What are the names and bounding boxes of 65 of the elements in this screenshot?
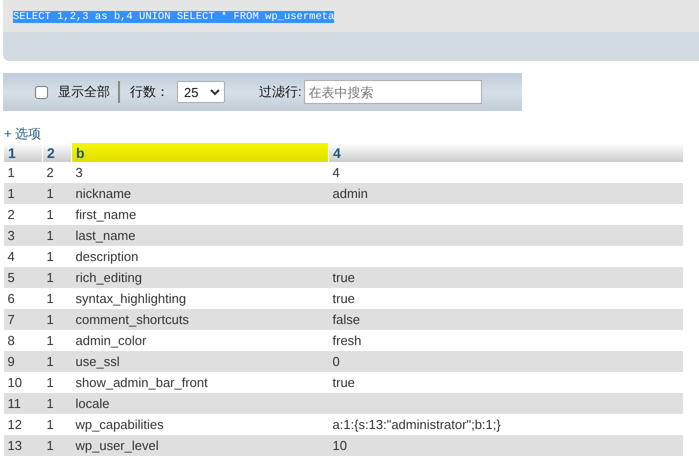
options-link[interactable]: + 选项 bbox=[4, 125, 42, 143]
table-cell: locale bbox=[72, 393, 328, 414]
column-header[interactable]: b bbox=[72, 143, 328, 162]
table-cell: 1 bbox=[42, 246, 72, 267]
table-cell: 4 bbox=[328, 162, 683, 183]
table-cell: true bbox=[328, 267, 683, 288]
chevron-down-icon bbox=[210, 88, 220, 96]
table-cell: 1 bbox=[42, 288, 72, 309]
table-cell: 1 bbox=[42, 267, 72, 288]
table-cell: 1 bbox=[4, 162, 42, 183]
table-cell: 5 bbox=[4, 267, 42, 288]
table-cell: fresh bbox=[328, 330, 683, 351]
table-cell: rich_editing bbox=[72, 267, 328, 288]
table-cell: 7 bbox=[4, 309, 42, 330]
table-cell: false bbox=[328, 309, 683, 330]
table-cell: 1 bbox=[42, 393, 72, 414]
column-header[interactable]: 4 bbox=[328, 143, 683, 162]
table-cell: 1 bbox=[42, 309, 72, 330]
table-cell: 1 bbox=[42, 351, 72, 372]
table-cell: 12 bbox=[4, 414, 42, 435]
table-cell: 4 bbox=[4, 246, 42, 267]
table-cell: 1 bbox=[42, 330, 72, 351]
table-cell: 2 bbox=[4, 204, 42, 225]
table-cell: show_admin_bar_front bbox=[72, 372, 328, 393]
table-cell: 3 bbox=[72, 162, 328, 183]
table-cell: wp_capabilities bbox=[72, 414, 328, 435]
table-cell: 3 bbox=[4, 225, 42, 246]
table-cell: 1 bbox=[42, 183, 72, 204]
filter-input[interactable]: 在表中搜索 bbox=[304, 80, 482, 104]
table-cell: 1 bbox=[4, 183, 42, 204]
table-cell: a:1:{s:13:"administrator";b:1;} bbox=[328, 414, 683, 435]
table-cell: description bbox=[72, 246, 328, 267]
show-all-label: 显示全部 bbox=[58, 83, 110, 101]
table-cell: last_name bbox=[72, 225, 328, 246]
table-cell: 8 bbox=[4, 330, 42, 351]
show-all-checkbox[interactable] bbox=[35, 86, 48, 98]
table-cell: 1 bbox=[42, 414, 72, 435]
column-header[interactable]: 2 bbox=[42, 143, 72, 162]
table-cell: 9 bbox=[4, 351, 42, 372]
table-cell: 1 bbox=[42, 435, 72, 456]
table-cell: admin_color bbox=[72, 330, 328, 351]
table-cell: admin bbox=[328, 183, 683, 204]
table-cell: 1 bbox=[42, 372, 72, 393]
table-cell: 0 bbox=[328, 351, 683, 372]
table-cell: nickname bbox=[72, 183, 328, 204]
table-cell: 6 bbox=[4, 288, 42, 309]
rows-label: 行数： bbox=[130, 83, 169, 101]
table-cell: 2 bbox=[42, 162, 72, 183]
table-cell: 10 bbox=[4, 372, 42, 393]
table-cell: use_ssl bbox=[72, 351, 328, 372]
table-cell: true bbox=[328, 288, 683, 309]
table-cell: first_name bbox=[72, 204, 328, 225]
table-cell: 1 bbox=[42, 225, 72, 246]
table-cell: 11 bbox=[4, 393, 42, 414]
table-cell: 13 bbox=[4, 435, 42, 456]
column-header[interactable]: 1 bbox=[4, 143, 42, 162]
sql-query-text: SELECT 1,2,3 as b,4 UNION SELECT * FROM wp_usermeta bbox=[13, 11, 334, 23]
table-cell: 10 bbox=[328, 435, 683, 456]
table-cell: wp_user_level bbox=[72, 435, 328, 456]
table-cell: 1 bbox=[42, 204, 72, 225]
table-cell: comment_shortcuts bbox=[72, 309, 328, 330]
rows-select[interactable]: 25 bbox=[177, 81, 225, 103]
table-cell: syntax_highlighting bbox=[72, 288, 328, 309]
table-cell: true bbox=[328, 372, 683, 393]
filter-label: 过滤行: bbox=[259, 83, 302, 101]
